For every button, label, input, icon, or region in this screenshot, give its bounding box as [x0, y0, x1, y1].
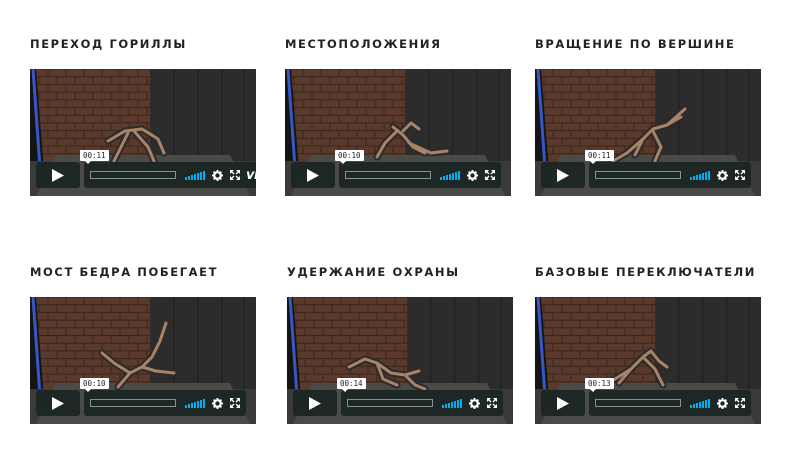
play-icon	[307, 168, 319, 182]
play-button[interactable]	[36, 162, 80, 188]
play-icon	[309, 396, 321, 410]
control-bar: 00:13	[585, 378, 751, 416]
gear-icon[interactable]	[717, 169, 728, 181]
volume-icon[interactable]	[440, 170, 460, 180]
progress-bar[interactable]	[595, 171, 681, 179]
video-title: МЕСТОПОЛОЖЕНИЯ	[285, 37, 442, 51]
video-title: МОСТ БЕДРА ПОБЕГАЕТ	[30, 265, 219, 279]
video-title: УДЕРЖАНИЕ ОХРАНЫ	[287, 265, 460, 279]
fullscreen-icon[interactable]	[230, 398, 240, 408]
progress-bar[interactable]	[347, 399, 433, 407]
timecode: 00:11	[80, 150, 109, 164]
vimeo-logo[interactable]: vimeo	[246, 168, 256, 183]
timecode: 00:10	[80, 378, 109, 392]
play-button[interactable]	[541, 390, 585, 416]
timecode: 00:10	[335, 150, 364, 164]
video-title: БАЗОВЫЕ ПЕРЕКЛЮЧАТЕЛИ	[535, 265, 757, 279]
gear-icon[interactable]	[467, 169, 478, 181]
play-icon	[52, 168, 64, 182]
gear-icon[interactable]	[212, 169, 223, 181]
player-controls: 00:14	[293, 378, 503, 416]
control-bar: 00:10	[80, 378, 246, 416]
video-player[interactable]: 00:13	[535, 297, 761, 424]
volume-icon[interactable]	[185, 170, 205, 180]
play-icon	[557, 396, 569, 410]
progress-bar[interactable]	[595, 399, 681, 407]
timecode: 00:13	[585, 378, 614, 392]
video-player[interactable]: 00:10	[285, 69, 511, 196]
volume-icon[interactable]	[690, 398, 710, 408]
control-bar: 00:11 vimeo	[80, 150, 256, 188]
control-bar: 00:14	[337, 378, 503, 416]
fullscreen-icon[interactable]	[485, 170, 495, 180]
video-player[interactable]: 00:11	[535, 69, 761, 196]
timecode: 00:11	[585, 150, 614, 164]
video-title: ВРАЩЕНИЕ ПО ВЕРШИНЕ	[535, 37, 736, 51]
progress-bar[interactable]	[90, 399, 176, 407]
volume-icon[interactable]	[442, 398, 462, 408]
play-icon	[557, 168, 569, 182]
player-controls: 00:11	[541, 150, 751, 188]
video-player[interactable]: 00:11 vimeo	[30, 69, 256, 196]
timecode: 00:14	[337, 378, 366, 392]
play-button[interactable]	[291, 162, 335, 188]
video-player[interactable]: 00:14	[287, 297, 513, 424]
video-player[interactable]: 00:10	[30, 297, 256, 424]
fullscreen-icon[interactable]	[735, 170, 745, 180]
gear-icon[interactable]	[469, 397, 480, 409]
progress-bar[interactable]	[90, 171, 176, 179]
fullscreen-icon[interactable]	[735, 398, 745, 408]
play-button[interactable]	[36, 390, 80, 416]
player-controls: 00:10	[291, 150, 501, 188]
volume-icon[interactable]	[690, 170, 710, 180]
play-button[interactable]	[293, 390, 337, 416]
gear-icon[interactable]	[212, 397, 223, 409]
player-controls: 00:10	[36, 378, 246, 416]
video-title: ПЕРЕХОД ГОРИЛЛЫ	[30, 37, 187, 51]
play-icon	[52, 396, 64, 410]
play-button[interactable]	[541, 162, 585, 188]
player-controls: 00:11 vimeo	[36, 150, 256, 188]
gear-icon[interactable]	[717, 397, 728, 409]
volume-icon[interactable]	[185, 398, 205, 408]
fullscreen-icon[interactable]	[230, 170, 240, 180]
fullscreen-icon[interactable]	[487, 398, 497, 408]
player-controls: 00:13	[541, 378, 751, 416]
control-bar: 00:10	[335, 150, 501, 188]
progress-bar[interactable]	[345, 171, 431, 179]
control-bar: 00:11	[585, 150, 751, 188]
